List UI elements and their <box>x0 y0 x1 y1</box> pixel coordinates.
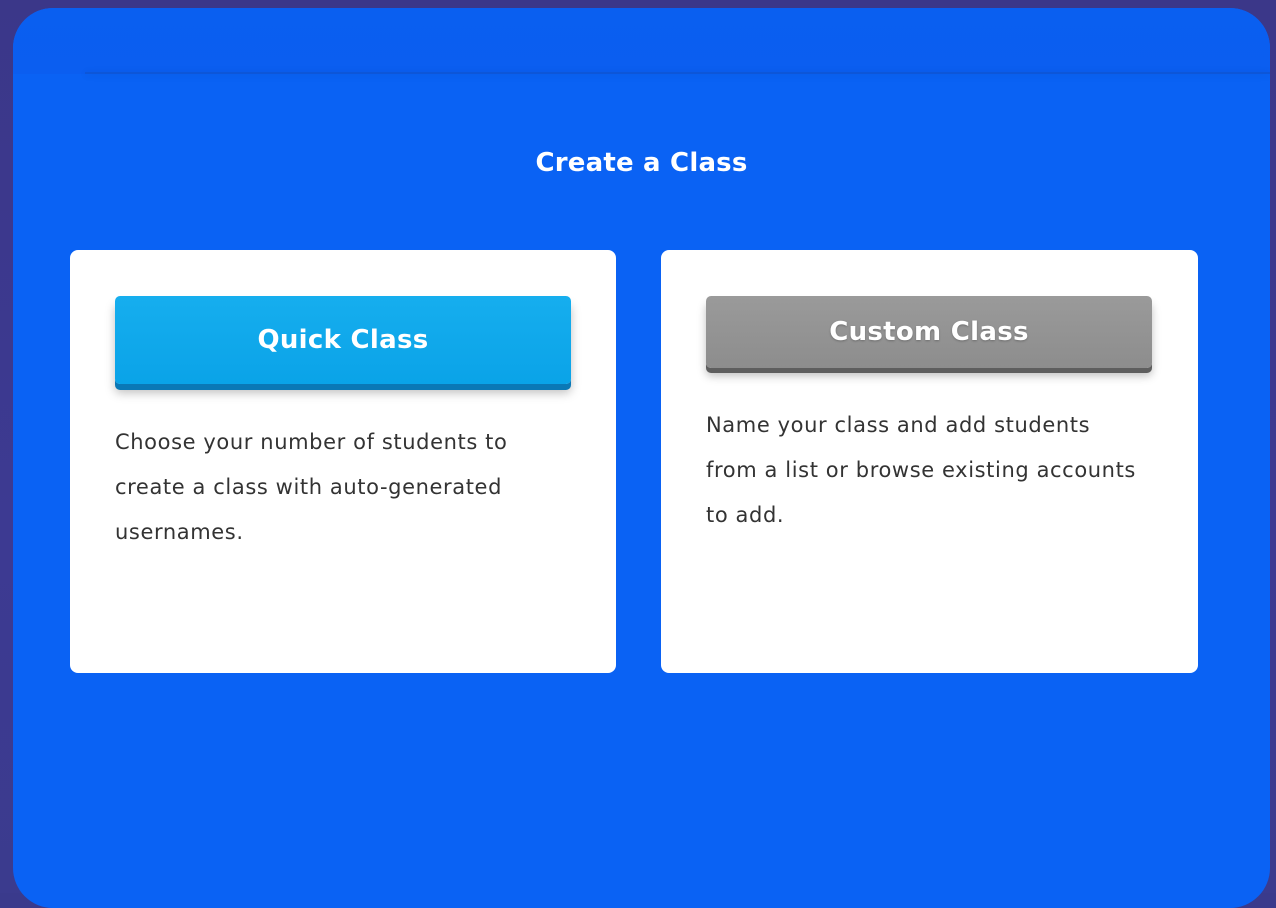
custom-class-description: Name your class and add students from a … <box>706 413 1136 527</box>
quick-class-description: Choose your number of students to create… <box>115 430 508 544</box>
quick-class-card: Quick Class Choose your number of studen… <box>70 250 616 673</box>
header-divider <box>85 72 1270 74</box>
custom-class-card: Custom Class Name your class and add stu… <box>661 250 1198 673</box>
dialog-header-area <box>13 8 1270 74</box>
dialog-title: Create a Class <box>535 148 748 178</box>
custom-class-button[interactable]: Custom Class <box>706 296 1152 368</box>
create-class-dialog: Create a Class Quick Class Choose your n… <box>13 8 1270 908</box>
quick-class-button[interactable]: Quick Class <box>115 296 571 384</box>
